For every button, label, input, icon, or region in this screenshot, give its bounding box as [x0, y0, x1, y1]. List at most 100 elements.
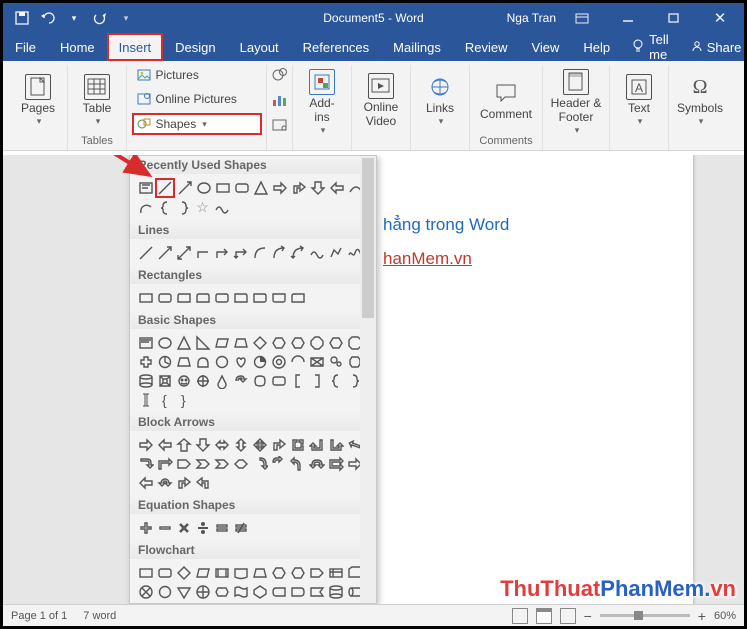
- status-page[interactable]: Page 1 of 1: [11, 610, 67, 622]
- shape-arrows-grid-22[interactable]: [326, 454, 345, 473]
- shape-basic-grid-3[interactable]: [193, 333, 212, 352]
- shape-basic-grid-16[interactable]: [212, 352, 231, 371]
- shape-star[interactable]: ☆: [193, 198, 212, 217]
- shape-basic-grid-17[interactable]: [231, 352, 250, 371]
- view-read-mode-icon[interactable]: [512, 608, 528, 624]
- tab-review[interactable]: Review: [453, 33, 520, 61]
- shape-basic-grid-18[interactable]: [250, 352, 269, 371]
- online-video-button[interactable]: Online Video: [358, 65, 404, 132]
- shape-arrow-down[interactable]: [308, 178, 327, 197]
- table-button[interactable]: Table ▾: [74, 65, 120, 132]
- view-print-layout-icon[interactable]: [536, 608, 552, 624]
- shape-flow-grid-9[interactable]: [307, 563, 326, 582]
- tab-view[interactable]: View: [519, 33, 571, 61]
- shape-arrows-grid-7[interactable]: [269, 435, 288, 454]
- shape-flow-grid-10[interactable]: [326, 563, 345, 582]
- shape-equals[interactable]: [212, 518, 231, 537]
- document-link[interactable]: hanMem.vn: [383, 249, 472, 269]
- shape-plus[interactable]: [136, 518, 155, 537]
- shape-basic-grid-20[interactable]: [288, 352, 307, 371]
- shape-arrows-grid-4[interactable]: [212, 435, 231, 454]
- shape-flow-grid-0[interactable]: [136, 563, 155, 582]
- tab-file[interactable]: File: [3, 33, 48, 61]
- shapes-button[interactable]: Shapes▾: [132, 113, 262, 135]
- shape-basic-grid-15[interactable]: [193, 352, 212, 371]
- shape-arrows-grid-5[interactable]: [231, 435, 250, 454]
- tab-mailings[interactable]: Mailings: [381, 33, 453, 61]
- shape-basic-grid-0[interactable]: [136, 333, 155, 352]
- tell-me[interactable]: Tell me: [622, 33, 679, 61]
- shape-basic-grid-4[interactable]: [212, 333, 231, 352]
- shape-basic-grid-30[interactable]: [250, 371, 269, 390]
- symbols-button[interactable]: Ω Symbols ▾: [675, 65, 725, 132]
- shape-basic-grid-24[interactable]: [136, 371, 155, 390]
- addins-button[interactable]: Add- ins ▾: [299, 65, 345, 136]
- undo-dropdown-icon[interactable]: ▾: [63, 7, 85, 29]
- shape-flow-grid-22[interactable]: [326, 582, 345, 601]
- shape-r1[interactable]: [136, 288, 155, 307]
- shape-flow-grid-16[interactable]: [212, 582, 231, 601]
- shape-arrows-grid-14[interactable]: [174, 454, 193, 473]
- tab-layout[interactable]: Layout: [228, 33, 291, 61]
- status-words[interactable]: 7 word: [83, 610, 116, 622]
- shape-flow-grid-1[interactable]: [155, 563, 174, 582]
- close-icon[interactable]: ✕: [700, 4, 740, 32]
- share-button[interactable]: Share: [679, 33, 747, 61]
- shape-elbow-arrow[interactable]: [212, 243, 231, 262]
- shape-curved-double[interactable]: [288, 243, 307, 262]
- shape-arrows-grid-24[interactable]: [136, 473, 155, 492]
- shape-flow-grid-18[interactable]: [250, 582, 269, 601]
- redo-icon[interactable]: [89, 7, 111, 29]
- shape-oval[interactable]: [194, 178, 213, 197]
- shape-curved-connector[interactable]: [250, 243, 269, 262]
- minimize-icon[interactable]: [608, 4, 648, 32]
- shape-basic-grid-5[interactable]: [231, 333, 250, 352]
- header-footer-button[interactable]: Header & Footer ▾: [549, 65, 603, 136]
- shape-basic-grid-1[interactable]: [155, 333, 174, 352]
- shape-basic-grid-9[interactable]: [307, 333, 326, 352]
- shape-arrows-grid-10[interactable]: [326, 435, 345, 454]
- shape-flow-grid-20[interactable]: [288, 582, 307, 601]
- shape-flow-grid-6[interactable]: [250, 563, 269, 582]
- zoom-slider-thumb[interactable]: [634, 611, 643, 620]
- shape-basic-grid-19[interactable]: [269, 352, 288, 371]
- shape-rect[interactable]: [213, 178, 232, 197]
- shape-arrows-grid-6[interactable]: [250, 435, 269, 454]
- shape-curved-arrow[interactable]: [269, 243, 288, 262]
- shape-line-arrow[interactable]: [175, 178, 194, 197]
- shape-basic-grid-25[interactable]: [155, 371, 174, 390]
- shape-arrows-grid-16[interactable]: [212, 454, 231, 473]
- shape-bent-arrow[interactable]: [289, 178, 308, 197]
- zoom-out-icon[interactable]: −: [584, 608, 592, 624]
- shape-flow-grid-17[interactable]: [231, 582, 250, 601]
- shape-flow-grid-19[interactable]: [269, 582, 288, 601]
- shape-flow-grid-2[interactable]: [174, 563, 193, 582]
- shape-basic-grid-37[interactable]: {: [155, 390, 174, 409]
- shape-arrows-grid-15[interactable]: [193, 454, 212, 473]
- tab-insert[interactable]: Insert: [107, 33, 164, 61]
- shape-r7[interactable]: [250, 288, 269, 307]
- shape-freeform[interactable]: [326, 243, 345, 262]
- shape-basic-grid-29[interactable]: [231, 371, 250, 390]
- shape-arrows-grid-21[interactable]: [307, 454, 326, 473]
- shape-arrows-grid-18[interactable]: [250, 454, 269, 473]
- shape-basic-grid-32[interactable]: [288, 371, 307, 390]
- shape-flow-grid-12[interactable]: [136, 582, 155, 601]
- shape-not-equal[interactable]: [231, 518, 250, 537]
- tab-help[interactable]: Help: [571, 33, 622, 61]
- shape-basic-grid-31[interactable]: [269, 371, 288, 390]
- comment-button[interactable]: Comment: [476, 65, 536, 132]
- shape-flow-grid-5[interactable]: [231, 563, 250, 582]
- pages-button[interactable]: Pages ▾: [15, 65, 61, 132]
- shape-arrows-grid-19[interactable]: [269, 454, 288, 473]
- ribbon-display-options-icon[interactable]: [562, 4, 602, 32]
- shape-arrows-grid-17[interactable]: [231, 454, 250, 473]
- shape-arrows-grid-20[interactable]: [288, 454, 307, 473]
- shape-basic-grid-38[interactable]: }: [174, 390, 193, 409]
- shape-arrow-right[interactable]: [270, 178, 289, 197]
- shape-arrows-grid-0[interactable]: [136, 435, 155, 454]
- undo-icon[interactable]: [37, 7, 59, 29]
- scrollbar-thumb[interactable]: [362, 158, 374, 318]
- shape-arc[interactable]: [136, 198, 155, 217]
- shape-basic-grid-2[interactable]: [174, 333, 193, 352]
